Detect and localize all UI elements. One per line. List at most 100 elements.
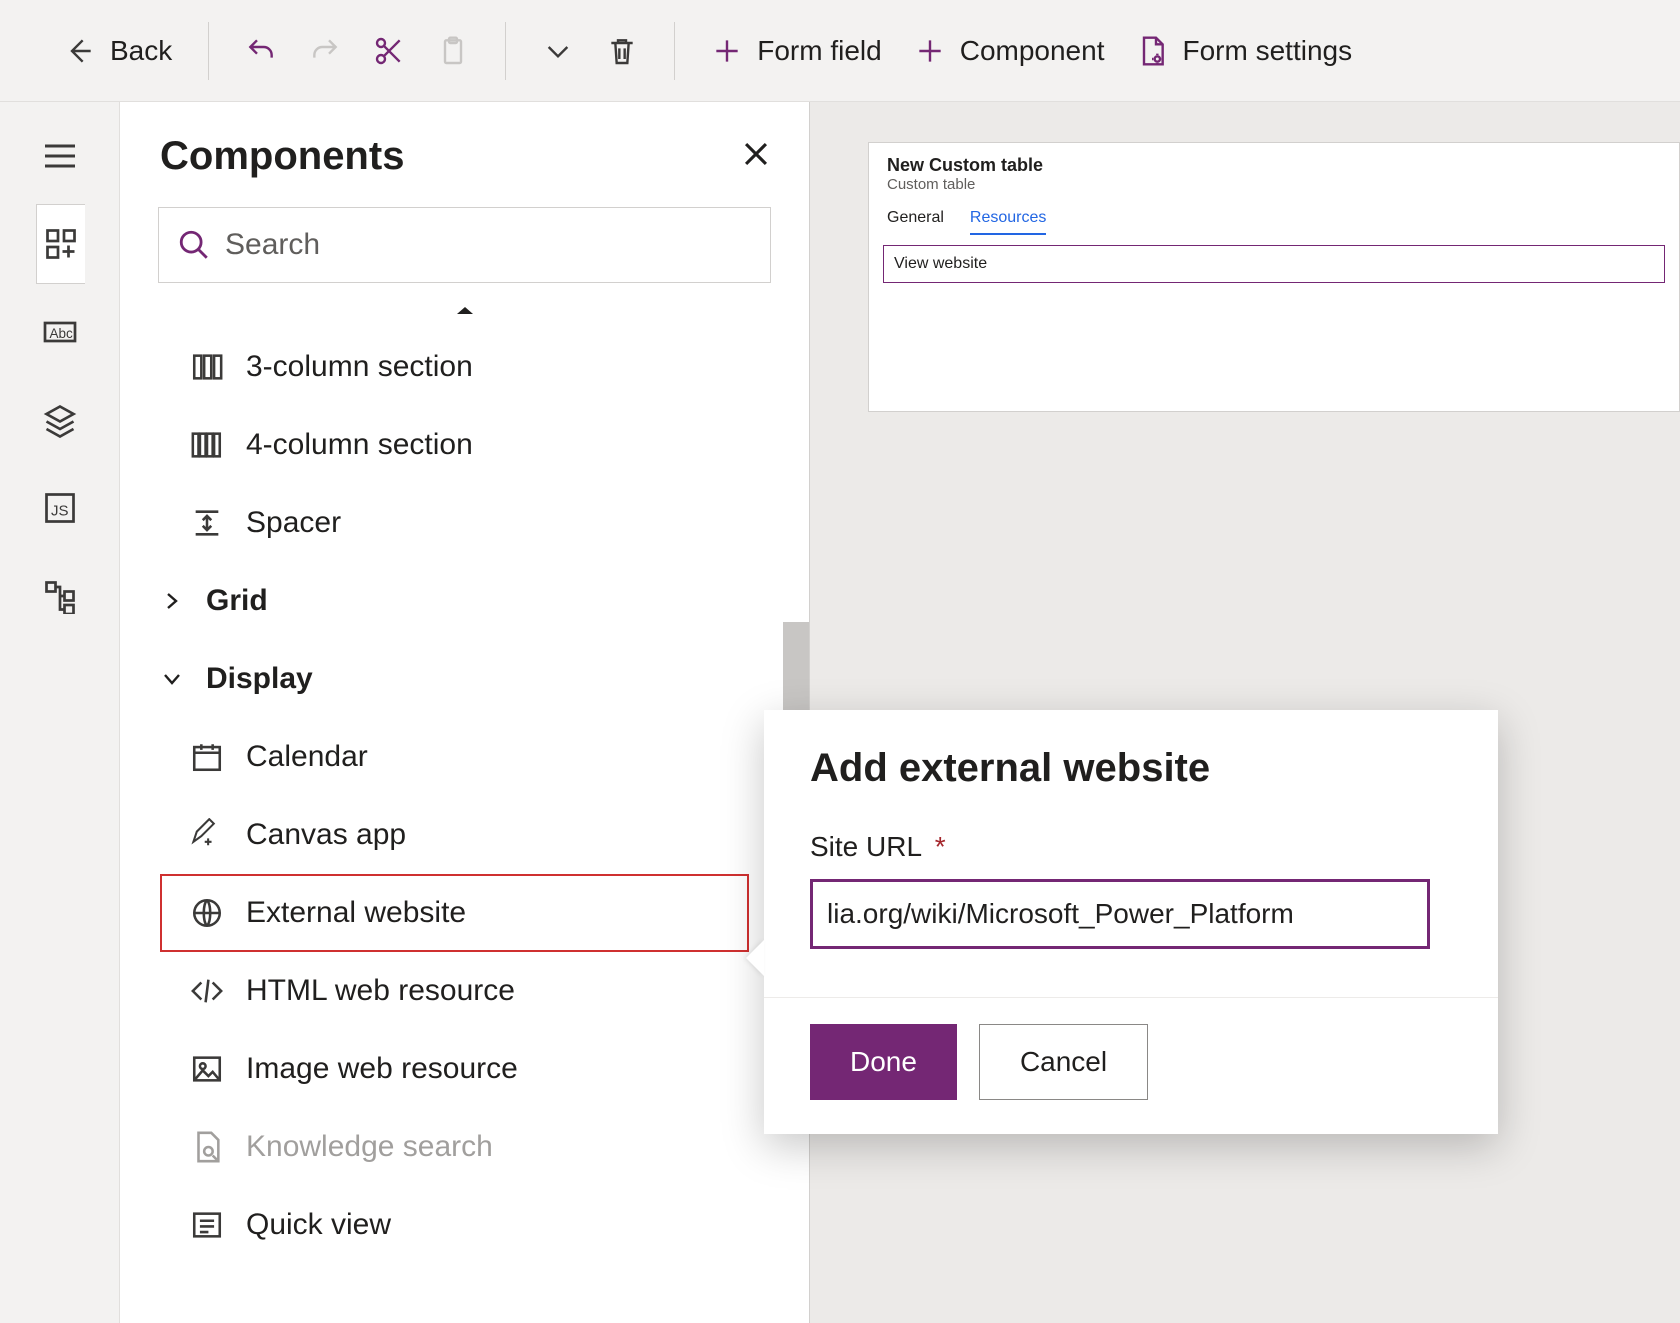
tab-general[interactable]: General	[887, 209, 944, 235]
search-box[interactable]	[158, 207, 771, 283]
form-subtitle: Custom table	[887, 176, 1661, 193]
clipboard-icon	[437, 35, 469, 67]
item-label: Quick view	[246, 1208, 391, 1242]
item-label: Calendar	[246, 740, 368, 774]
item-label: Canvas app	[246, 818, 406, 852]
hamburger-icon	[40, 136, 80, 176]
group-grid[interactable]: Grid	[160, 562, 809, 640]
group-label: Grid	[206, 584, 268, 618]
rail-layers[interactable]	[36, 396, 84, 444]
rail-js[interactable]: JS	[36, 484, 84, 532]
pencil-plus-icon	[190, 818, 224, 852]
form-settings-label: Form settings	[1182, 35, 1352, 67]
rail-components[interactable]	[36, 220, 84, 268]
item-4column[interactable]: 4-column section	[160, 406, 809, 484]
done-button[interactable]: Done	[810, 1024, 957, 1100]
item-external-website[interactable]: External website	[160, 874, 749, 952]
hamburger-button[interactable]	[36, 132, 84, 180]
list-icon	[190, 1208, 224, 1242]
back-button[interactable]: Back	[60, 29, 176, 73]
dialog-button-row: Done Cancel	[764, 997, 1498, 1134]
scissors-icon	[373, 35, 405, 67]
item-html-webresource[interactable]: HTML web resource	[160, 952, 809, 1030]
js-icon: JS	[42, 490, 78, 526]
columns3-icon	[190, 350, 224, 384]
add-component-button[interactable]: Component	[910, 29, 1109, 73]
item-image-webresource[interactable]: Image web resource	[160, 1030, 809, 1108]
redo-icon	[309, 35, 341, 67]
form-settings-button[interactable]: Form settings	[1132, 29, 1356, 73]
done-label: Done	[850, 1046, 917, 1078]
svg-text:JS: JS	[51, 503, 69, 520]
tab-resources[interactable]: Resources	[970, 209, 1046, 235]
site-url-label: Site URL *	[810, 831, 1452, 863]
search-icon	[177, 228, 211, 262]
arrow-left-icon	[64, 35, 96, 67]
more-dropdown[interactable]	[538, 29, 578, 73]
add-external-website-dialog: Add external website Site URL * Done Can…	[764, 710, 1498, 1134]
group-display[interactable]: Display	[160, 640, 809, 718]
item-canvasapp[interactable]: Canvas app	[160, 796, 809, 874]
site-url-input[interactable]	[810, 879, 1430, 949]
item-knowledge-search[interactable]: Knowledge search	[160, 1108, 809, 1186]
components-icon	[43, 226, 79, 262]
scroll-up-indicator[interactable]	[120, 301, 809, 322]
columns4-icon	[190, 428, 224, 462]
panel-title: Components	[160, 134, 404, 179]
delete-button[interactable]	[602, 29, 642, 73]
tree-icon	[42, 578, 78, 614]
close-icon	[739, 137, 773, 171]
item-3column[interactable]: 3-column section	[160, 328, 809, 406]
label-text: Site URL	[810, 831, 921, 862]
left-rail: Abc JS	[0, 102, 120, 1323]
form-title: New Custom table	[887, 155, 1661, 176]
item-calendar[interactable]: Calendar	[160, 718, 809, 796]
command-bar: Back Form field Component Form settings	[0, 0, 1680, 102]
item-label: Image web resource	[246, 1052, 518, 1086]
chevron-down-icon	[160, 667, 184, 691]
item-label: 3-column section	[246, 350, 473, 384]
divider	[505, 22, 506, 80]
globe-icon	[190, 896, 224, 930]
form-tabs: General Resources	[869, 197, 1679, 235]
search-input[interactable]	[225, 228, 752, 262]
undo-button[interactable]	[241, 29, 281, 73]
components-tree: 3-column section 4-column section Spacer…	[120, 322, 809, 1323]
back-label: Back	[110, 35, 172, 67]
callout-arrow	[746, 940, 764, 976]
item-label: HTML web resource	[246, 974, 515, 1008]
file-search-icon	[190, 1130, 224, 1164]
panel-close-button[interactable]	[739, 137, 773, 176]
cancel-label: Cancel	[1020, 1046, 1107, 1078]
add-form-field-button[interactable]: Form field	[707, 29, 885, 73]
caret-up-icon	[455, 303, 475, 317]
code-icon	[190, 974, 224, 1008]
slot-label: View website	[894, 255, 987, 273]
trash-icon	[606, 35, 638, 67]
undo-icon	[245, 35, 277, 67]
paste-button[interactable]	[433, 29, 473, 73]
form-preview[interactable]: New Custom table Custom table General Re…	[868, 142, 1680, 412]
image-icon	[190, 1052, 224, 1086]
abc-icon: Abc	[42, 314, 78, 350]
cancel-button[interactable]: Cancel	[979, 1024, 1148, 1100]
divider	[674, 22, 675, 80]
divider	[208, 22, 209, 80]
form-field-label: Form field	[757, 35, 881, 67]
item-quick-view[interactable]: Quick view	[160, 1186, 809, 1264]
component-label: Component	[960, 35, 1105, 67]
redo-button[interactable]	[305, 29, 345, 73]
spacer-icon	[190, 506, 224, 540]
calendar-icon	[190, 740, 224, 774]
website-slot[interactable]: View website	[883, 245, 1665, 283]
item-label: Knowledge search	[246, 1130, 493, 1164]
components-panel: Components 3-column section 4-column sec…	[120, 102, 810, 1323]
required-asterisk: *	[935, 831, 946, 862]
svg-text:Abc: Abc	[49, 326, 73, 341]
plus-icon	[914, 35, 946, 67]
rail-fields[interactable]: Abc	[36, 308, 84, 356]
chevron-right-icon	[160, 589, 184, 613]
item-spacer[interactable]: Spacer	[160, 484, 809, 562]
rail-tree[interactable]	[36, 572, 84, 620]
cut-button[interactable]	[369, 29, 409, 73]
